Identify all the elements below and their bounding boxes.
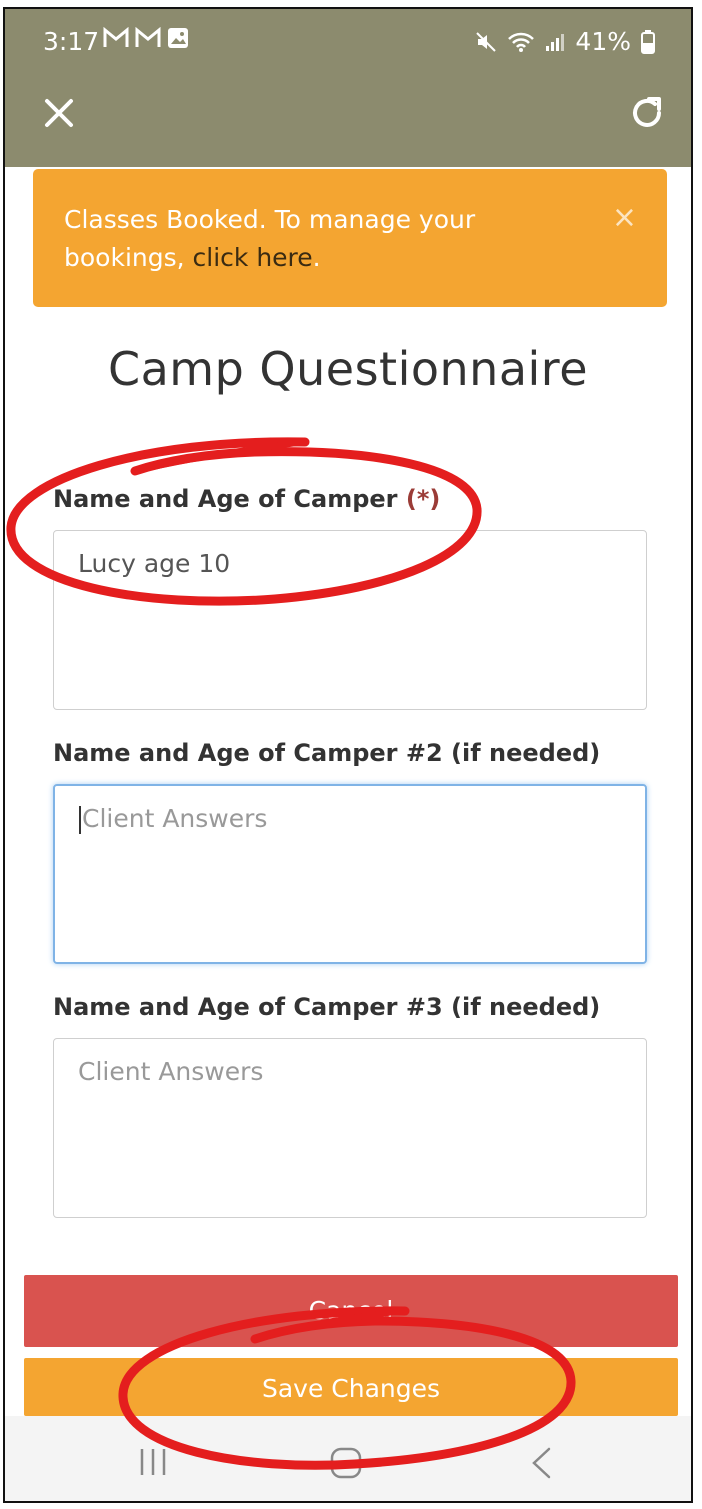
battery-icon [641, 29, 655, 54]
battery-percent: 41% [575, 27, 631, 56]
alert-text-end: . [312, 243, 321, 272]
camper-1-value: Lucy age 10 [78, 549, 231, 578]
recent-apps-icon[interactable] [137, 1446, 169, 1478]
signal-icon [546, 33, 565, 51]
booking-alert: Classes Booked. To manage your bookings,… [33, 169, 667, 307]
close-icon[interactable] [39, 93, 79, 133]
app-bar [5, 79, 691, 167]
status-bar: 3:17 41% [5, 9, 691, 79]
field-label-camper-2: Name and Age of Camper #2 (if needed) [53, 739, 601, 767]
camper-1-textarea[interactable]: Lucy age 10 [53, 530, 647, 710]
required-mark: (*) [405, 485, 441, 513]
status-right: 41% [475, 27, 655, 56]
camper-2-placeholder: Client Answers [82, 804, 268, 833]
field-label-camper-1: Name and Age of Camper (*) [53, 485, 440, 513]
camper-2-textarea[interactable]: Client Answers [53, 784, 647, 964]
cancel-button[interactable]: Cancel [24, 1275, 678, 1347]
text-caret [79, 806, 81, 834]
page-title: Camp Questionnaire [107, 342, 588, 396]
field-label-camper-3: Name and Age of Camper #3 (if needed) [53, 993, 601, 1021]
camper-3-textarea[interactable]: Client Answers [53, 1038, 647, 1218]
save-changes-button[interactable]: Save Changes [24, 1358, 678, 1416]
gmail-icon [135, 27, 161, 47]
refresh-icon[interactable] [627, 93, 667, 133]
status-time: 3:17 [43, 27, 100, 56]
gmail-icon [103, 27, 129, 47]
camper-3-placeholder: Client Answers [78, 1057, 264, 1086]
mute-icon [476, 31, 497, 52]
system-nav-bar [5, 1416, 691, 1501]
alert-close-button[interactable]: × [612, 199, 637, 237]
image-icon [168, 28, 188, 48]
home-icon[interactable] [329, 1446, 363, 1480]
manage-bookings-link[interactable]: click here [193, 243, 313, 272]
field-label-text: Name and Age of Camper [53, 485, 398, 513]
wifi-icon [508, 32, 535, 52]
back-icon[interactable] [529, 1446, 553, 1480]
notification-icons [103, 27, 189, 49]
phone-screen: 3:17 41% Classes Booked. To manage your … [3, 7, 693, 1503]
